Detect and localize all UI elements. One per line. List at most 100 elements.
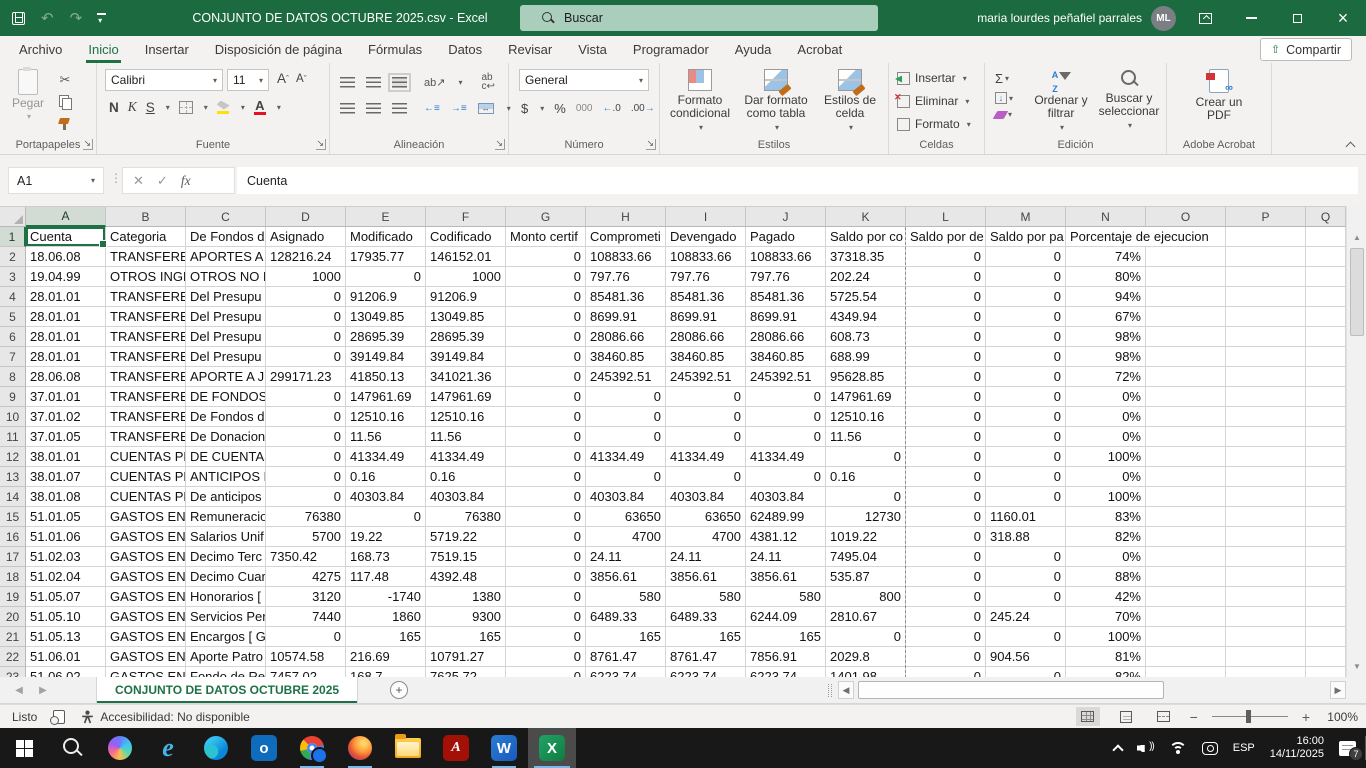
fuente-dialog-launcher-icon[interactable]: ↘ (316, 139, 326, 150)
cell-O21[interactable] (1146, 627, 1226, 647)
cell-G9[interactable]: 0 (506, 387, 586, 407)
cell-B2[interactable]: TRANSFEREN (106, 247, 186, 267)
row-header-3[interactable]: 3 (0, 267, 26, 287)
formula-input[interactable]: Cuenta (237, 167, 1358, 194)
decrease-decimal-icon[interactable]: .00→ (631, 103, 655, 114)
cell-I7[interactable]: 38460.85 (666, 347, 746, 367)
cell-J22[interactable]: 7856.91 (746, 647, 826, 667)
cell-K13[interactable]: 0.16 (826, 467, 906, 487)
cell-K23[interactable]: 1401.98 (826, 667, 906, 677)
cell-J3[interactable]: 797.76 (746, 267, 826, 287)
cell-D4[interactable]: 0 (266, 287, 346, 307)
cell-Q22[interactable] (1306, 647, 1346, 667)
cell-P11[interactable] (1226, 427, 1306, 447)
autosum-icon[interactable]: Σ▾ (995, 71, 1013, 86)
cell-I8[interactable]: 245392.51 (666, 367, 746, 387)
cell-N3[interactable]: 80% (1066, 267, 1146, 287)
cell-I12[interactable]: 41334.49 (666, 447, 746, 467)
cell-J5[interactable]: 8699.91 (746, 307, 826, 327)
cell-B1[interactable]: Categoria (106, 227, 186, 247)
fill-down-icon[interactable]: ↓▾ (995, 92, 1013, 104)
underline-dropdown-icon[interactable]: ▾ (166, 103, 170, 112)
row-header-2[interactable]: 2 (0, 247, 26, 267)
cell-N2[interactable]: 74% (1066, 247, 1146, 267)
cell-K1[interactable]: Saldo por co (826, 227, 906, 247)
cell-D2[interactable]: 128216.24 (266, 247, 346, 267)
cell-M22[interactable]: 904.56 (986, 647, 1066, 667)
scroll-down-icon[interactable]: ▼ (1347, 657, 1366, 675)
cell-M3[interactable]: 0 (986, 267, 1066, 287)
cell-C13[interactable]: ANTICIPOS P (186, 467, 266, 487)
cell-J20[interactable]: 6244.09 (746, 607, 826, 627)
normal-view-button[interactable] (1076, 707, 1100, 726)
cell-G4[interactable]: 0 (506, 287, 586, 307)
cell-N18[interactable]: 88% (1066, 567, 1146, 587)
cell-L22[interactable]: 0 (906, 647, 986, 667)
cell-N17[interactable]: 0% (1066, 547, 1146, 567)
cell-C7[interactable]: Del Presupu (186, 347, 266, 367)
cell-K14[interactable]: 0 (826, 487, 906, 507)
cell-B19[interactable]: GASTOS EN F (106, 587, 186, 607)
cell-H18[interactable]: 3856.61 (586, 567, 666, 587)
cell-K4[interactable]: 5725.54 (826, 287, 906, 307)
cell-A5[interactable]: 28.01.01 (26, 307, 106, 327)
cell-C3[interactable]: OTROS NO ES (186, 267, 266, 287)
cell-O19[interactable] (1146, 587, 1226, 607)
tab-inicio[interactable]: Inicio (75, 36, 131, 63)
restore-button[interactable] (1274, 0, 1320, 36)
cell-M6[interactable]: 0 (986, 327, 1066, 347)
cell-E5[interactable]: 13049.85 (346, 307, 426, 327)
taskbar-search[interactable] (48, 728, 96, 768)
undo-icon[interactable]: ↶ (41, 11, 54, 26)
paste-button[interactable]: Pegar ▾ (6, 69, 50, 121)
tab-fórmulas[interactable]: Fórmulas (355, 36, 435, 63)
font-color-button[interactable]: A (254, 100, 266, 115)
cell-P7[interactable] (1226, 347, 1306, 367)
cell-C20[interactable]: Servicios Per (186, 607, 266, 627)
column-header-C[interactable]: C (186, 207, 266, 227)
new-sheet-button[interactable]: + (390, 681, 408, 699)
font-color-dropdown-icon[interactable]: ▾ (277, 103, 281, 112)
column-header-H[interactable]: H (586, 207, 666, 227)
cell-J7[interactable]: 38460.85 (746, 347, 826, 367)
cell-N7[interactable]: 98% (1066, 347, 1146, 367)
cell-I23[interactable]: 6223.74 (666, 667, 746, 677)
cell-Q12[interactable] (1306, 447, 1346, 467)
cell-A12[interactable]: 38.01.01 (26, 447, 106, 467)
cell-K15[interactable]: 12730 (826, 507, 906, 527)
cell-J4[interactable]: 85481.36 (746, 287, 826, 307)
cell-H23[interactable]: 6223.74 (586, 667, 666, 677)
cell-I4[interactable]: 85481.36 (666, 287, 746, 307)
share-button[interactable]: ⇧ Compartir (1260, 38, 1352, 61)
cell-B21[interactable]: GASTOS EN F (106, 627, 186, 647)
cell-P15[interactable] (1226, 507, 1306, 527)
cell-L17[interactable]: 0 (906, 547, 986, 567)
cell-G17[interactable]: 0 (506, 547, 586, 567)
cell-A6[interactable]: 28.01.01 (26, 327, 106, 347)
font-size-select[interactable]: 11▾ (227, 69, 269, 91)
cell-Q9[interactable] (1306, 387, 1346, 407)
cell-B13[interactable]: CUENTAS PEN (106, 467, 186, 487)
cell-G20[interactable]: 0 (506, 607, 586, 627)
cell-A3[interactable]: 19.04.99 (26, 267, 106, 287)
row-header-7[interactable]: 7 (0, 347, 26, 367)
cell-C11[interactable]: De Donacion (186, 427, 266, 447)
column-header-I[interactable]: I (666, 207, 746, 227)
cell-M9[interactable]: 0 (986, 387, 1066, 407)
tab-disposición-de-página[interactable]: Disposición de página (202, 36, 355, 63)
row-header-15[interactable]: 15 (0, 507, 26, 527)
cell-E14[interactable]: 40303.84 (346, 487, 426, 507)
cell-J11[interactable]: 0 (746, 427, 826, 447)
taskbar-internet-explorer[interactable]: e (144, 728, 192, 768)
cell-K9[interactable]: 147961.69 (826, 387, 906, 407)
cell-L12[interactable]: 0 (906, 447, 986, 467)
cell-I1[interactable]: Devengado (666, 227, 746, 247)
cell-L16[interactable]: 0 (906, 527, 986, 547)
row-header-8[interactable]: 8 (0, 367, 26, 387)
cell-B8[interactable]: TRANSFEREN (106, 367, 186, 387)
tab-datos[interactable]: Datos (435, 36, 495, 63)
cell-E9[interactable]: 147961.69 (346, 387, 426, 407)
cell-H7[interactable]: 38460.85 (586, 347, 666, 367)
accessibility-status[interactable]: Accesibilidad: No disponible (81, 710, 249, 724)
cell-E18[interactable]: 117.48 (346, 567, 426, 587)
